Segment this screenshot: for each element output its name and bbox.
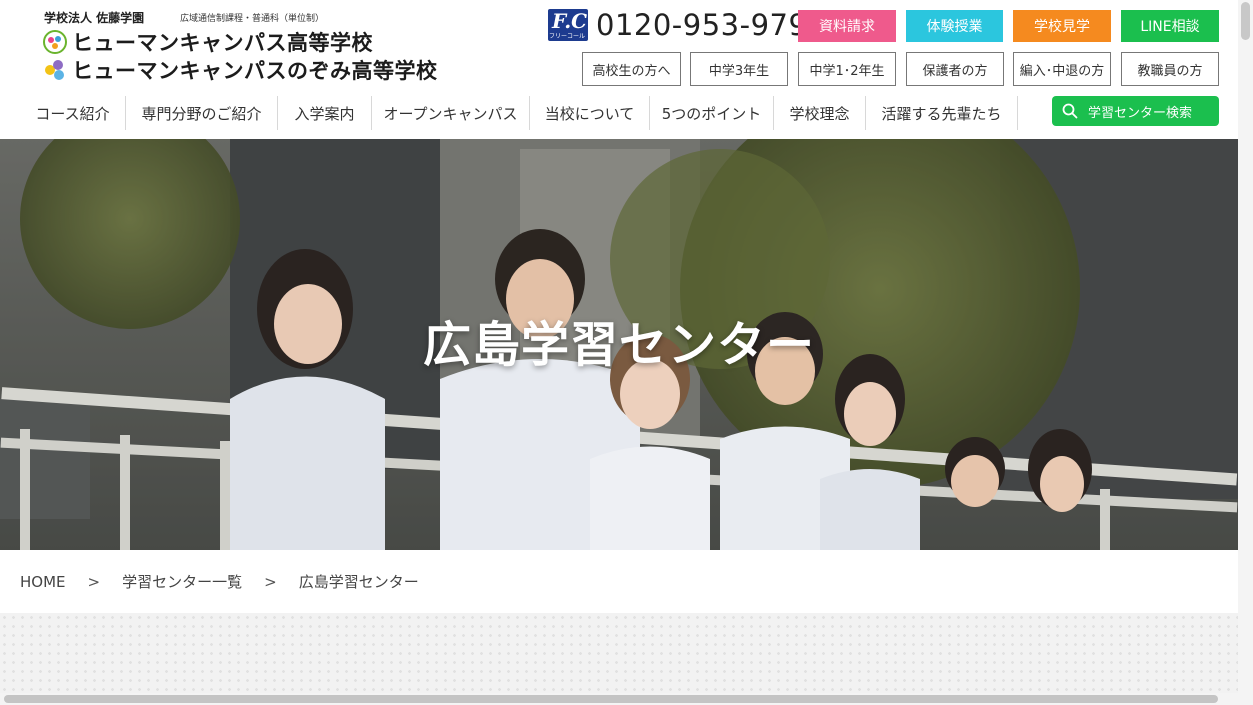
nav-open-campus[interactable]: オープンキャンパス (372, 96, 530, 130)
vertical-scroll-thumb[interactable] (1241, 2, 1250, 40)
nav-about[interactable]: 当校について (530, 96, 650, 130)
phone-number[interactable]: 0120-953-979 (596, 8, 807, 42)
page-title: 広島学習センター (422, 316, 815, 373)
audience-jh12-link[interactable]: 中学1･2年生 (798, 52, 896, 86)
breadcrumb-center-list[interactable]: 学習センター一覧 (122, 571, 242, 592)
search-icon (1062, 103, 1078, 119)
school-mark-nozomi-icon (45, 60, 64, 80)
breadcrumb-home[interactable]: HOME (20, 573, 66, 591)
center-search-label: 学習センター検索 (1088, 105, 1193, 121)
breadcrumb: HOME > 学習センター一覧 > 広島学習センター (0, 550, 1238, 613)
freecall-phone[interactable]: F.C フリーコール 0120-953-979 (548, 8, 807, 42)
audience-parents-link[interactable]: 保護者の方 (906, 52, 1004, 86)
audience-jh3-link[interactable]: 中学3年生 (690, 52, 788, 86)
audience-highschool-link[interactable]: 高校生の方へ (582, 52, 681, 86)
school-name-humancampus: ヒューマンキャンパス高等学校 (72, 31, 373, 55)
site-header: 学校法人 佐藤学園 広域通信制課程・普通科（単位制） ヒューマンキャンパス高等学… (0, 0, 1238, 139)
school-name-nozomi: ヒューマンキャンパスのぞみ高等学校 (72, 59, 438, 83)
nav-alumni[interactable]: 活躍する先輩たち (866, 96, 1018, 130)
nav-specialties[interactable]: 専門分野のご紹介 (126, 96, 278, 130)
audience-transfer-link[interactable]: 編入･中退の方 (1013, 52, 1111, 86)
school-tour-button[interactable]: 学校見学 (1013, 10, 1111, 42)
corporation-name: 学校法人 佐藤学園 (44, 11, 145, 25)
global-nav: コース紹介 専門分野のご紹介 入学案内 オープンキャンパス 当校について 5つの… (20, 96, 1018, 130)
request-brochure-button[interactable]: 資料請求 (798, 10, 896, 42)
hero-banner: 広島学習センター (0, 139, 1238, 550)
nav-admission[interactable]: 入学案内 (278, 96, 372, 130)
nav-course[interactable]: コース紹介 (20, 96, 126, 130)
breadcrumb-current: 広島学習センター (298, 573, 419, 591)
center-search-button[interactable]: 学習センター検索 (1052, 96, 1219, 126)
audience-teachers-link[interactable]: 教職員の方 (1121, 52, 1219, 86)
trial-class-button[interactable]: 体験授業 (906, 10, 1003, 42)
content-background (0, 613, 1238, 693)
nav-five-points[interactable]: 5つのポイント (650, 96, 774, 130)
horizontal-scroll-thumb[interactable] (4, 695, 1218, 703)
nav-philosophy[interactable]: 学校理念 (774, 96, 866, 130)
breadcrumb-separator: > (87, 572, 101, 591)
course-type: 広域通信制課程・普通科（単位制） (180, 14, 325, 24)
site-logo[interactable]: 学校法人 佐藤学園 広域通信制課程・普通科（単位制） ヒューマンキャンパス高等学… (42, 7, 442, 87)
line-consult-button[interactable]: LINE相談 (1121, 10, 1219, 42)
school-mark-icon (43, 30, 67, 54)
freecall-icon: F.C フリーコール (548, 9, 588, 41)
vertical-scrollbar[interactable] (1238, 0, 1253, 705)
horizontal-scrollbar[interactable] (0, 693, 1238, 705)
breadcrumb-separator: > (264, 572, 277, 591)
